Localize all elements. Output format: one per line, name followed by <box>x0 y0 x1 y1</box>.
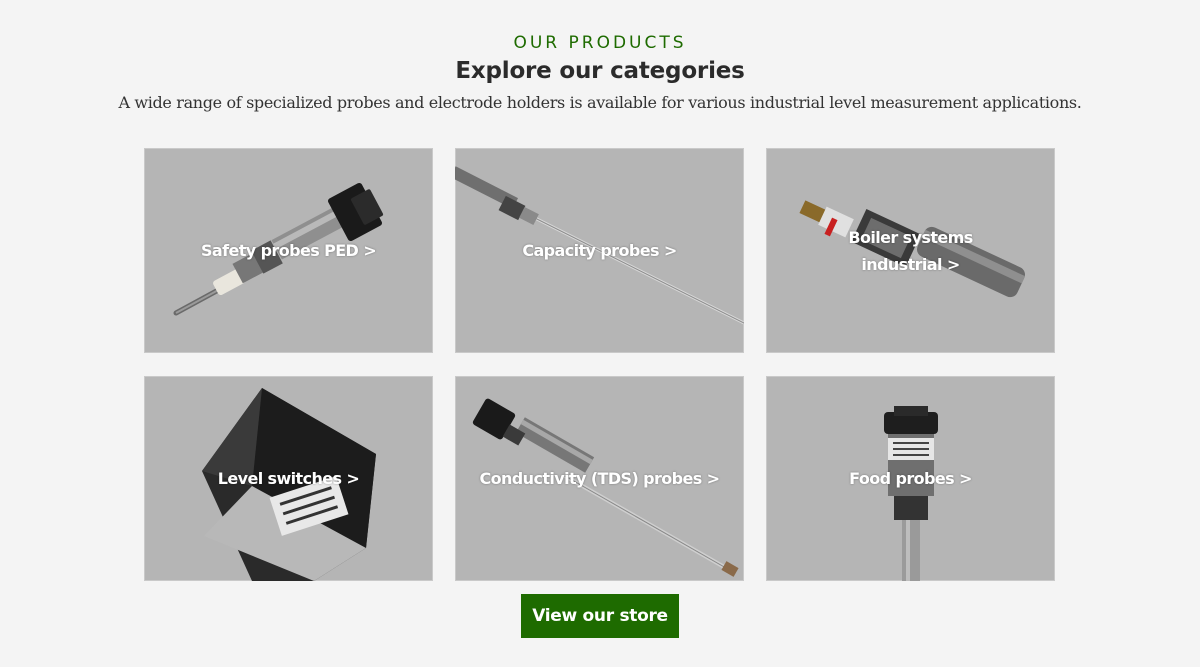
category-card-level-switches[interactable]: Level switches > <box>144 376 433 581</box>
category-label: Food probes > <box>849 469 972 488</box>
category-card-boiler-systems[interactable]: Boiler systems industrial > <box>766 148 1055 353</box>
category-label-line2: industrial > <box>861 255 960 274</box>
category-label: Conductivity (TDS) probes > <box>479 469 720 488</box>
category-label: Level switches > <box>217 469 360 488</box>
view-store-button[interactable]: View our store <box>521 594 679 638</box>
category-card-safety-probes[interactable]: Safety probes PED > <box>144 148 433 353</box>
section-subtitle: A wide range of specialized probes and e… <box>118 93 1082 112</box>
section-title: Explore our categories <box>455 58 745 84</box>
category-card-food-probes[interactable]: Food probes > <box>766 376 1055 581</box>
category-label: Safety probes PED > <box>200 241 377 260</box>
category-card-conductivity-probes[interactable]: Conductivity (TDS) probes > <box>455 376 744 581</box>
category-label: Capacity probes > <box>522 241 677 260</box>
section-eyebrow: OUR PRODUCTS <box>513 33 687 53</box>
category-card-capacity-probes[interactable]: Capacity probes > <box>455 148 744 353</box>
category-label-line1: Boiler systems <box>848 228 973 247</box>
category-grid: Safety probes PED > Capacity probes > Bo… <box>144 148 1056 581</box>
